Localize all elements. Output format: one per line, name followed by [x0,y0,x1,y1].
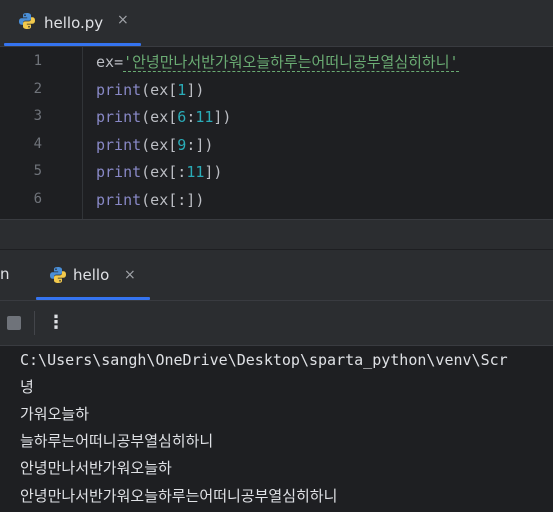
tab-label: hello.py [44,14,104,32]
line-number: 6 [33,191,42,207]
code-editor[interactable]: 1 2 3 4 5 6 ex='안녕만나서반가워오늘하루는어떠니공부열심히하니'… [0,47,553,219]
gutter-separator [82,47,83,219]
line-number: 3 [33,108,42,124]
code-token: print [96,81,142,99]
more-options-icon[interactable]: ⋮ [47,311,65,335]
line-number: 2 [33,81,42,97]
close-icon[interactable]: × [117,12,129,28]
line-number: 5 [33,163,42,179]
line-number: 4 [33,136,42,152]
code-token: (ex[:]) [141,191,205,209]
code-line[interactable]: print(ex[:11]) [96,161,222,183]
code-token: 6 [177,108,187,126]
run-toolbar: ⋮ [0,301,553,345]
code-token: :]) [186,136,214,154]
python-icon [18,12,36,34]
splitter[interactable] [0,220,553,250]
code-token: ]) [213,108,232,126]
console-command-line: C:\Users\sangh\OneDrive\Desktop\sparta_p… [20,351,508,369]
code-token: print [96,191,142,209]
tab-hello[interactable]: hello × [36,250,150,300]
code-token: print [96,163,142,181]
close-icon[interactable]: × [124,267,136,283]
code-token: (ex[: [141,163,187,181]
python-icon [49,266,67,288]
run-window-title: n [0,265,10,283]
code-token: = [114,53,124,71]
code-token: 9 [177,136,187,154]
line-number-gutter: 1 2 3 4 5 6 [0,47,82,219]
code-token: ]) [186,81,205,99]
code-line[interactable]: print(ex[:]) [96,189,204,211]
console-output-line: 안녕만나서반가워오늘하 [20,459,172,477]
code-token: (ex[ [141,108,178,126]
code-token: '안녕만나서반가워오늘하루는어떠니공부열심히하니' [123,53,459,72]
code-token: 11 [186,163,205,181]
code-token: : [186,108,196,126]
toolbar-separator [34,311,35,335]
code-token: (ex[ [141,136,178,154]
console-output-line: 늘하루는어떠니공부열심히하니 [20,432,214,450]
console-output[interactable]: C:\Users\sangh\OneDrive\Desktop\sparta_p… [0,346,553,512]
code-token: 11 [195,108,214,126]
code-line[interactable]: print(ex[6:11]) [96,106,231,128]
code-token: 1 [177,81,187,99]
console-output-line: 녕 [20,378,34,396]
code-line[interactable]: print(ex[1]) [96,79,204,101]
code-token: (ex[ [141,81,178,99]
line-number: 1 [33,53,42,69]
console-output-line: 안녕만나서반가워오늘하루는어떠니공부열심히하니 [20,487,338,505]
tab-label: hello [73,266,110,284]
stop-icon[interactable] [7,316,21,330]
run-tool-window-header: n hello × [0,250,553,300]
console-output-line: 가워오늘하 [20,405,90,423]
code-token: ]) [204,163,223,181]
code-token: print [96,136,142,154]
editor-tab-bar: hello.py × [0,0,553,46]
code-token: print [96,108,142,126]
code-token: ex [96,53,115,71]
code-line[interactable]: ex='안녕만나서반가워오늘하루는어떠니공부열심히하니' [96,51,459,73]
code-line[interactable]: print(ex[9:]) [96,134,213,156]
